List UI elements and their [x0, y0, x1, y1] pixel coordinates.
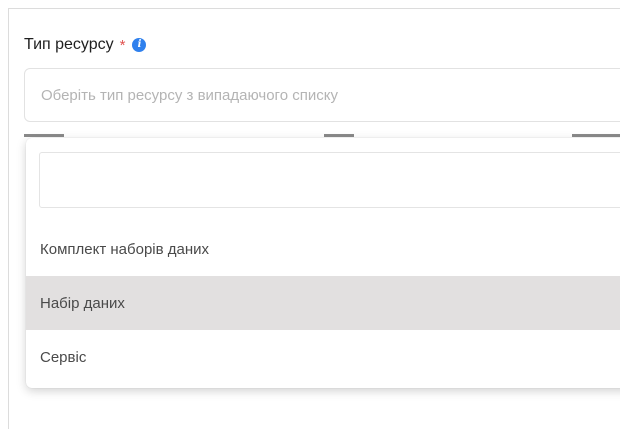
- dropdown-search-input[interactable]: [39, 152, 620, 208]
- info-icon[interactable]: i: [132, 38, 147, 52]
- resource-type-placeholder: Оберіть тип ресурсу з випадаючого списку: [41, 87, 338, 104]
- required-asterisk: *: [119, 36, 126, 54]
- resource-type-label-text: Тип ресурсу: [24, 36, 114, 53]
- resource-type-dropdown: Комплект наборів даних Набір даних Серві…: [26, 138, 620, 388]
- dropdown-option-label: Сервіс: [40, 348, 87, 366]
- dropdown-option-label: Набір даних: [40, 294, 125, 312]
- dropdown-option-label: Комплект наборів даних: [40, 240, 210, 258]
- dropdown-option-dataset[interactable]: Набір даних: [26, 276, 620, 330]
- resource-type-select[interactable]: Оберіть тип ресурсу з випадаючого списку: [24, 68, 620, 122]
- dropdown-option-service[interactable]: Сервіс: [26, 330, 620, 384]
- resource-type-label: Тип ресурсу * i: [24, 36, 147, 54]
- dropdown-option-dataset-collection[interactable]: Комплект наборів даних: [26, 222, 620, 276]
